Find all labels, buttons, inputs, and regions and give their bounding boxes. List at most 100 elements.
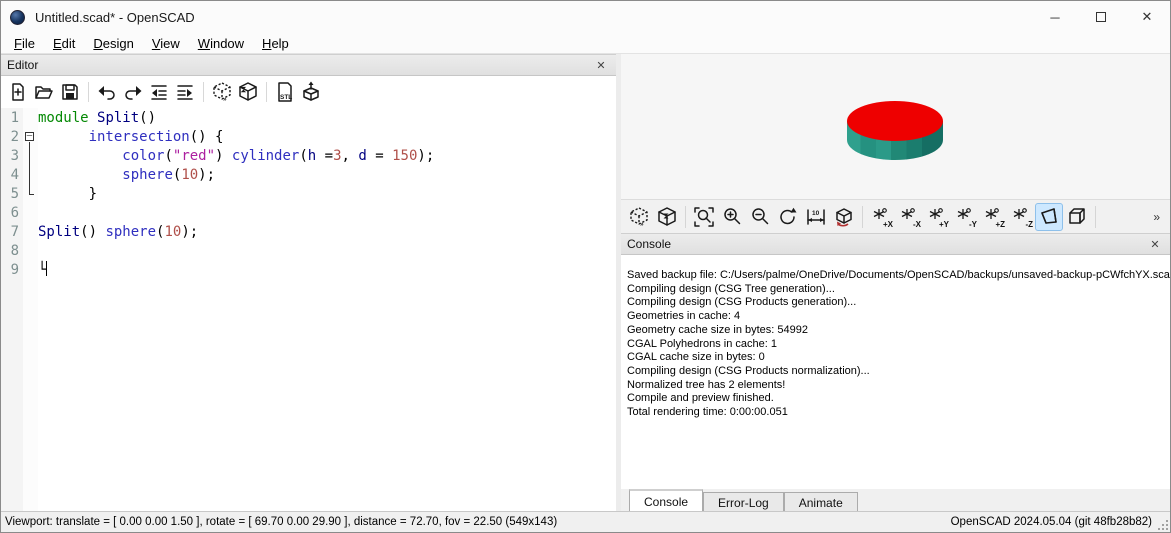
save-icon (60, 82, 80, 102)
render-button[interactable] (235, 79, 261, 105)
axis-label: +Z (995, 220, 1005, 229)
view-plus-y-button[interactable]: +Y (923, 203, 951, 231)
main-area: Editor ✕ (1, 54, 1170, 513)
line-number: 5 (1, 185, 23, 204)
editor-close-button[interactable]: ✕ (592, 57, 610, 73)
export-3d-button[interactable] (298, 79, 324, 105)
unindent-button[interactable] (146, 79, 172, 105)
reset-view-icon (777, 206, 799, 228)
line-number: 8 (1, 242, 23, 261)
resize-grip[interactable] (1158, 520, 1168, 530)
status-bar: Viewport: translate = [ 0.00 0.00 1.50 ]… (1, 511, 1170, 532)
line-number: 4 (1, 166, 23, 185)
code-line: 1module Split() (1, 109, 616, 128)
toolbar-separator (203, 82, 204, 102)
minimize-button[interactable]: ─ (1032, 1, 1078, 33)
view-all-button[interactable]: 10 (802, 203, 830, 231)
title-bar: Untitled.scad* - OpenSCAD ─ ✕ (1, 1, 1170, 33)
preview-icon: » (628, 206, 650, 228)
line-number: 7 (1, 223, 23, 242)
axis-label: -Z (1025, 220, 1033, 229)
open-file-button[interactable] (31, 79, 57, 105)
line-number: 6 (1, 204, 23, 223)
line-number: 3 (1, 147, 23, 166)
measure-distance-icon: 10 (805, 206, 827, 228)
toolbar-separator (685, 206, 686, 228)
redo-button[interactable] (120, 79, 146, 105)
axis-label: +X (883, 220, 893, 229)
menu-item-design[interactable]: Design (84, 34, 142, 53)
code-editor[interactable]: 1module Split()2– intersection() {3 colo… (1, 108, 616, 513)
viewport-status-text: Viewport: translate = [ 0.00 0.00 1.50 ]… (5, 516, 557, 528)
close-button[interactable]: ✕ (1124, 1, 1170, 33)
menu-item-help[interactable]: Help (253, 34, 298, 53)
undo-button[interactable] (94, 79, 120, 105)
fold-marker (23, 147, 38, 166)
console-line: CGAL Polyhedrons in cache: 1 (627, 338, 1170, 352)
export-stl-button[interactable]: STL (272, 79, 298, 105)
console-line: Compiling design (CSG Tree generation)..… (627, 283, 1170, 297)
code-line: 3 color("red") cylinder(h =3, d = 150); (1, 147, 616, 166)
measure-angle-button[interactable] (830, 203, 858, 231)
menu-item-view[interactable]: View (143, 34, 189, 53)
menu-item-file[interactable]: File (5, 34, 44, 53)
undo-icon (97, 82, 117, 102)
console-output[interactable]: Saved backup file: C:/Users/palme/OneDri… (621, 255, 1170, 489)
perspective-view-button[interactable] (1035, 203, 1063, 231)
view-minus-z-button[interactable]: -Z (1007, 203, 1035, 231)
preview-button[interactable]: » (625, 203, 653, 231)
new-file-button[interactable] (5, 79, 31, 105)
toolbar-separator (862, 206, 863, 228)
export-stl-icon: STL (274, 81, 296, 103)
stl-label: STL (280, 94, 292, 101)
indent-button[interactable] (172, 79, 198, 105)
reset-view-button[interactable] (774, 203, 802, 231)
console-line: Compiling design (CSG Products normaliza… (627, 365, 1170, 379)
unindent-icon (149, 82, 169, 102)
preview-button[interactable]: » (209, 79, 235, 105)
console-close-button[interactable]: ✕ (1146, 236, 1164, 252)
fold-cell (23, 261, 38, 280)
menu-item-window[interactable]: Window (189, 34, 253, 53)
code-line: 4 sphere(10); (1, 166, 616, 185)
zoom-in-button[interactable] (718, 203, 746, 231)
zoom-all-icon (693, 206, 715, 228)
window-title: Untitled.scad* - OpenSCAD (35, 10, 195, 25)
view-plus-x-button[interactable]: +X (867, 203, 895, 231)
rendered-model-cylinder (621, 54, 1170, 199)
open-folder-icon (34, 82, 54, 102)
orthogonal-view-button[interactable] (1063, 203, 1091, 231)
menu-item-edit[interactable]: Edit (44, 34, 84, 53)
fold-cell (23, 204, 38, 223)
zoom-in-icon (721, 206, 743, 228)
fold-cell (23, 242, 38, 261)
zoom-out-button[interactable] (746, 203, 774, 231)
version-status-text: OpenSCAD 2024.05.04 (git 48fb28b82) (951, 516, 1166, 528)
3d-viewport[interactable] (621, 54, 1170, 199)
measure-angle-icon (833, 206, 855, 228)
view-minus-x-button[interactable]: -X (895, 203, 923, 231)
code-line: 6 (1, 204, 616, 223)
console-line: Compiling design (CSG Products generatio… (627, 296, 1170, 310)
toolbar-overflow-button[interactable]: » (1147, 210, 1166, 224)
console-panel-title: Console (627, 237, 671, 251)
tab-console[interactable]: Console (629, 489, 703, 513)
render-button[interactable] (653, 203, 681, 231)
openscad-logo-icon (10, 10, 25, 25)
zoom-all-button[interactable] (690, 203, 718, 231)
line-number: 2 (1, 128, 23, 147)
tab-error-log[interactable]: Error-Log (703, 492, 784, 513)
console-line: Geometry cache size in bytes: 54992 (627, 324, 1170, 338)
fold-marker[interactable]: – (23, 128, 38, 147)
code-text: └ (38, 261, 47, 280)
editor-panel: Editor ✕ (1, 54, 616, 513)
viewport-toolbar: » (621, 199, 1170, 233)
console-line: Total rendering time: 0:00:00.051 (627, 406, 1170, 420)
toolbar-separator (88, 82, 89, 102)
save-file-button[interactable] (57, 79, 83, 105)
maximize-button[interactable] (1078, 1, 1124, 33)
view-plus-z-button[interactable]: +Z (979, 203, 1007, 231)
tab-animate[interactable]: Animate (784, 492, 858, 513)
view-minus-y-button[interactable]: -Y (951, 203, 979, 231)
redo-icon (123, 82, 143, 102)
